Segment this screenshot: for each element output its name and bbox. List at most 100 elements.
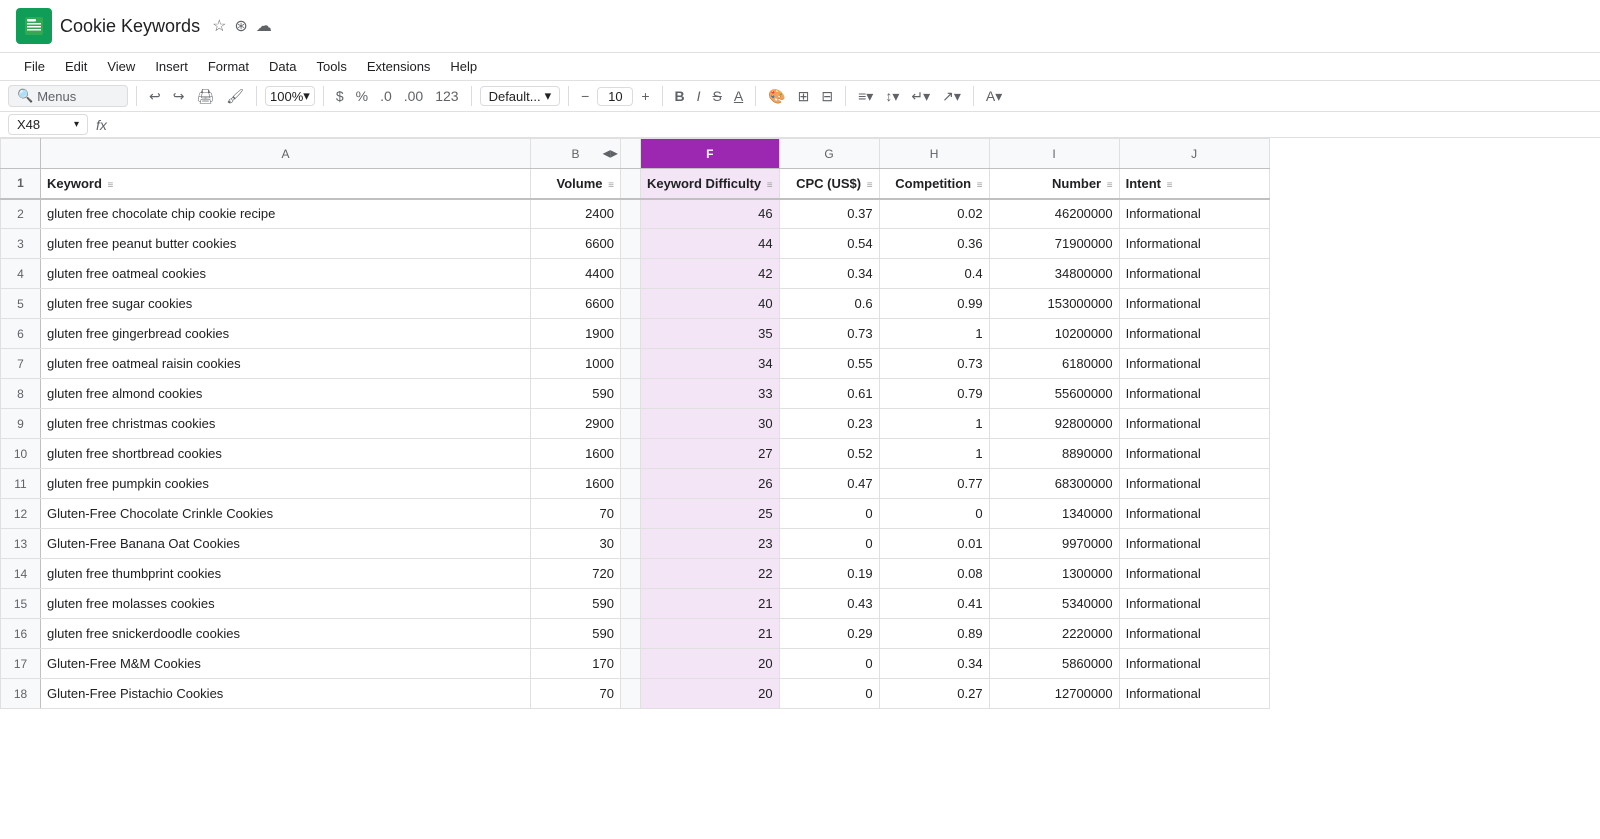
- decrease-font-button[interactable]: −: [577, 86, 593, 106]
- cell-10-number[interactable]: 8890000: [989, 439, 1119, 469]
- cell-12-kd[interactable]: 25: [641, 499, 780, 529]
- menu-insert[interactable]: Insert: [147, 55, 196, 78]
- cell-6-kd[interactable]: 35: [641, 319, 780, 349]
- cell-3-keyword[interactable]: gluten free peanut butter cookies: [41, 229, 531, 259]
- cell-8-keyword[interactable]: gluten free almond cookies: [41, 379, 531, 409]
- cell-16-kd[interactable]: 21: [641, 619, 780, 649]
- rotate-button[interactable]: ↗▾: [938, 86, 965, 107]
- spreadsheet-area[interactable]: A B ◀▶ F G H I J 1 Keyword ≡: [0, 138, 1600, 809]
- menu-data[interactable]: Data: [261, 55, 304, 78]
- cell-10-intent[interactable]: Informational: [1119, 439, 1269, 469]
- cell-15-kd[interactable]: 21: [641, 589, 780, 619]
- currency-button[interactable]: $: [332, 86, 348, 106]
- cell-11-kd[interactable]: 26: [641, 469, 780, 499]
- col-header-H[interactable]: H: [879, 139, 989, 169]
- cell-13-competition[interactable]: 0.01: [879, 529, 989, 559]
- cell-13-volume[interactable]: 30: [531, 529, 621, 559]
- decrease-decimal-button[interactable]: .0: [376, 86, 396, 106]
- formula-input[interactable]: [115, 117, 1592, 132]
- cell-7-intent[interactable]: Informational: [1119, 349, 1269, 379]
- undo-button[interactable]: ↩: [145, 86, 165, 107]
- cell-14-intent[interactable]: Informational: [1119, 559, 1269, 589]
- text-color-button[interactable]: A▾: [982, 86, 1006, 107]
- cell-12-cpc[interactable]: 0: [779, 499, 879, 529]
- cell-6-keyword[interactable]: gluten free gingerbread cookies: [41, 319, 531, 349]
- cell-6-cpc[interactable]: 0.73: [779, 319, 879, 349]
- cell-15-number[interactable]: 5340000: [989, 589, 1119, 619]
- cell-3-cpc[interactable]: 0.54: [779, 229, 879, 259]
- cell-18-cpc[interactable]: 0: [779, 679, 879, 709]
- cell-8-intent[interactable]: Informational: [1119, 379, 1269, 409]
- cell-7-cpc[interactable]: 0.55: [779, 349, 879, 379]
- cell-9-intent[interactable]: Informational: [1119, 409, 1269, 439]
- cell-9-kd[interactable]: 30: [641, 409, 780, 439]
- cell-5-volume[interactable]: 6600: [531, 289, 621, 319]
- search-box[interactable]: 🔍 Menus: [8, 85, 128, 107]
- cell-15-cpc[interactable]: 0.43: [779, 589, 879, 619]
- cell-14-kd[interactable]: 22: [641, 559, 780, 589]
- cell-5-cpc[interactable]: 0.6: [779, 289, 879, 319]
- cell-16-competition[interactable]: 0.89: [879, 619, 989, 649]
- cell-18-intent[interactable]: Informational: [1119, 679, 1269, 709]
- col-header-I[interactable]: I: [989, 139, 1119, 169]
- italic-button[interactable]: I: [693, 86, 705, 106]
- cell-16-volume[interactable]: 590: [531, 619, 621, 649]
- cell-17-kd[interactable]: 20: [641, 649, 780, 679]
- cell-18-kd[interactable]: 20: [641, 679, 780, 709]
- cell-16-intent[interactable]: Informational: [1119, 619, 1269, 649]
- cell-12-competition[interactable]: 0: [879, 499, 989, 529]
- align-button[interactable]: ≡▾: [854, 86, 877, 107]
- cell-18-keyword[interactable]: Gluten-Free Pistachio Cookies: [41, 679, 531, 709]
- drive-icon[interactable]: ⊛: [234, 16, 247, 36]
- redo-button[interactable]: ↪: [169, 86, 189, 107]
- fill-color-button[interactable]: 🎨: [764, 86, 789, 107]
- cell-13-number[interactable]: 9970000: [989, 529, 1119, 559]
- cell-18-volume[interactable]: 70: [531, 679, 621, 709]
- cell-16-keyword[interactable]: gluten free snickerdoodle cookies: [41, 619, 531, 649]
- cell-3-competition[interactable]: 0.36: [879, 229, 989, 259]
- cell-10-kd[interactable]: 27: [641, 439, 780, 469]
- cell-2-cpc[interactable]: 0.37: [779, 199, 879, 229]
- cell-4-number[interactable]: 34800000: [989, 259, 1119, 289]
- cell-17-cpc[interactable]: 0: [779, 649, 879, 679]
- cell-2-keyword[interactable]: gluten free chocolate chip cookie recipe: [41, 199, 531, 229]
- cloud-icon[interactable]: ☁: [256, 16, 272, 36]
- cell-2-volume[interactable]: 2400: [531, 199, 621, 229]
- cell-12-volume[interactable]: 70: [531, 499, 621, 529]
- col-header-F[interactable]: F: [641, 139, 780, 169]
- cell-4-volume[interactable]: 4400: [531, 259, 621, 289]
- cell-18-number[interactable]: 12700000: [989, 679, 1119, 709]
- cell-14-number[interactable]: 1300000: [989, 559, 1119, 589]
- cell-8-number[interactable]: 55600000: [989, 379, 1119, 409]
- cell-11-number[interactable]: 68300000: [989, 469, 1119, 499]
- increase-decimal-button[interactable]: .00: [400, 86, 427, 106]
- cell-4-kd[interactable]: 42: [641, 259, 780, 289]
- cell-2-kd[interactable]: 46: [641, 199, 780, 229]
- cell-4-cpc[interactable]: 0.34: [779, 259, 879, 289]
- col-header-A[interactable]: A: [41, 139, 531, 169]
- keyword-sort-icon[interactable]: ≡: [108, 180, 114, 191]
- cell-10-competition[interactable]: 1: [879, 439, 989, 469]
- cell-9-number[interactable]: 92800000: [989, 409, 1119, 439]
- cell-13-kd[interactable]: 23: [641, 529, 780, 559]
- strikethrough-button[interactable]: S: [709, 86, 726, 106]
- cell-4-competition[interactable]: 0.4: [879, 259, 989, 289]
- cell-12-number[interactable]: 1340000: [989, 499, 1119, 529]
- cell-4-keyword[interactable]: gluten free oatmeal cookies: [41, 259, 531, 289]
- cell-13-intent[interactable]: Informational: [1119, 529, 1269, 559]
- cell-7-volume[interactable]: 1000: [531, 349, 621, 379]
- menu-file[interactable]: File: [16, 55, 53, 78]
- cell-12-intent[interactable]: Informational: [1119, 499, 1269, 529]
- cell-6-volume[interactable]: 1900: [531, 319, 621, 349]
- competition-sort-icon[interactable]: ≡: [977, 180, 983, 191]
- cell-5-intent[interactable]: Informational: [1119, 289, 1269, 319]
- cell-11-keyword[interactable]: gluten free pumpkin cookies: [41, 469, 531, 499]
- cell-9-cpc[interactable]: 0.23: [779, 409, 879, 439]
- cell-6-intent[interactable]: Informational: [1119, 319, 1269, 349]
- menu-extensions[interactable]: Extensions: [359, 55, 439, 78]
- cell-10-keyword[interactable]: gluten free shortbread cookies: [41, 439, 531, 469]
- bold-button[interactable]: B: [671, 86, 689, 106]
- menu-edit[interactable]: Edit: [57, 55, 95, 78]
- cell-17-volume[interactable]: 170: [531, 649, 621, 679]
- cell-7-competition[interactable]: 0.73: [879, 349, 989, 379]
